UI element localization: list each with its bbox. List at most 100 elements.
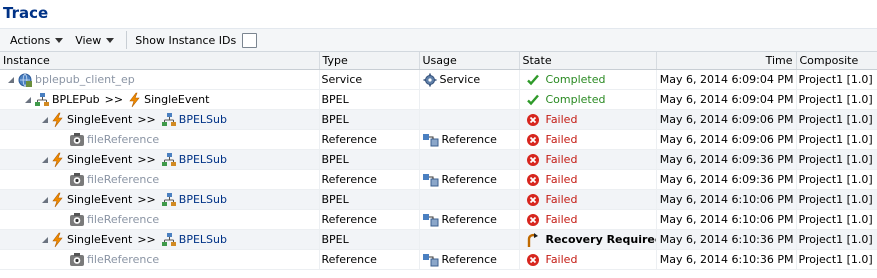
instance-separator: >> [137,153,156,166]
table-row[interactable]: fileReference Reference Reference Failed May… [0,129,877,150]
instance-name[interactable]: SingleEvent [67,153,132,166]
table-row[interactable]: SingleEvent >> BPELSub BPEL Failed May 6, 201… [0,109,877,130]
column-header-usage[interactable]: Usage [419,52,520,70]
failed-x-icon [526,153,540,167]
instance-target-link[interactable]: BPELSub [179,153,227,166]
expand-triangle-icon[interactable] [42,156,48,163]
table-row[interactable]: bplepub_client_ep Service Service Completed… [0,69,877,90]
usage-cell [419,89,520,110]
view-menu[interactable]: View [75,33,115,47]
instance-tree-node: SingleEvent >> BPELSub [2,190,318,209]
composite-value: Project1 [1.0] [798,113,873,126]
usage-wrapper: Reference [422,252,519,268]
time-cell: May 6, 2014 6:09:36 PM [656,169,797,190]
instance-name[interactable]: fileReference [87,253,159,266]
column-header-instance[interactable]: Instance [0,52,320,70]
table-row[interactable]: fileReference Reference Reference Failed May… [0,249,877,270]
instance-separator: >> [137,193,156,206]
failed-x-icon [526,213,540,227]
actions-menu[interactable]: Actions [10,34,64,47]
state-value: Completed [545,73,606,86]
composite-value: Project1 [1.0] [798,133,873,146]
bpel-process-icon [161,232,177,248]
instance-name[interactable]: BPLEPub [52,93,100,106]
type-value: BPEL [321,93,349,106]
instance-cell: SingleEvent >> BPELSub [0,149,320,170]
column-header-time[interactable]: Time [656,52,797,70]
instance-name[interactable]: fileReference [87,133,159,146]
column-header-state[interactable]: State [519,52,657,70]
show-instance-ids-toggle[interactable]: Show Instance IDs [135,32,258,48]
usage-wrapper: Reference [422,212,519,228]
state-value[interactable]: Recovery Required [546,233,656,246]
time-cell: May 6, 2014 6:10:36 PM [656,249,797,270]
instance-target-link[interactable]: SingleEvent [144,93,209,106]
table-row[interactable]: fileReference Reference Reference Failed May… [0,209,877,230]
expand-triangle-icon[interactable] [42,196,48,203]
state-value: Completed [545,93,606,106]
state-cell: Failed [519,249,657,270]
instance-cell: BPLEPub >> SingleEvent [0,89,320,110]
state-value[interactable]: Failed [546,213,578,226]
usage-cell: Reference [419,129,520,150]
expand-triangle-icon[interactable] [8,76,14,83]
composite-cell: Project1 [1.0] [796,229,877,250]
instance-name[interactable]: SingleEvent [67,233,132,246]
column-header-composite[interactable]: Composite [796,52,877,70]
usage-value: Reference [441,253,497,266]
column-header-type[interactable]: Type [319,52,420,70]
state-value[interactable]: Failed [546,113,578,126]
instance-name[interactable]: bplepub_client_ep [35,73,135,86]
composite-value: Project1 [1.0] [798,153,873,166]
expand-triangle-icon[interactable] [42,116,48,123]
instance-name[interactable]: fileReference [87,213,159,226]
expand-triangle-icon[interactable] [42,236,48,243]
expand-triangle-icon[interactable] [25,96,31,103]
time-value: May 6, 2014 6:09:06 PM [659,113,794,126]
state-value[interactable]: Failed [546,253,578,266]
instance-name[interactable]: fileReference [87,173,159,186]
view-label: View [75,33,102,47]
instance-target-link[interactable]: BPELSub [179,233,227,246]
chevron-down-icon [55,37,64,43]
state-wrapper: Completed [522,73,656,87]
failed-x-icon [526,253,540,267]
instance-target-link[interactable]: BPELSub [179,113,227,126]
composite-value: Project1 [1.0] [798,233,873,246]
state-value[interactable]: Failed [546,173,578,186]
type-cell: Reference [319,169,420,190]
trace-table-body: bplepub_client_ep Service Service Completed… [0,69,877,270]
state-cell: Completed [519,69,657,90]
instance-name[interactable]: SingleEvent [67,193,132,206]
table-row[interactable]: SingleEvent >> BPELSub BPEL Failed May 6, 201… [0,189,877,210]
bpel-process-icon [34,92,50,108]
usage-value: Service [439,73,481,86]
state-wrapper: Failed [522,153,656,167]
instance-target-link[interactable]: BPELSub [179,193,227,206]
type-value: Service [321,73,363,86]
show-instance-ids-checkbox[interactable] [242,32,258,48]
type-value: Reference [321,173,377,186]
usage-cell: Service [419,69,520,90]
composite-cell: Project1 [1.0] [796,249,877,270]
time-cell: May 6, 2014 6:10:06 PM [656,209,797,230]
time-cell: May 6, 2014 6:09:36 PM [656,149,797,170]
type-cell: Service [319,69,420,90]
table-row[interactable]: SingleEvent >> BPELSub BPEL Recovery Require… [0,229,877,250]
instance-tree-node: BPLEPub >> SingleEvent [2,90,318,109]
type-value: Reference [321,213,377,226]
state-cell: Recovery Required [519,229,657,250]
type-cell: Reference [319,129,420,150]
table-row[interactable]: BPLEPub >> SingleEvent BPEL Completed May 6, … [0,89,877,110]
usage-cell: Reference [419,249,520,270]
time-value: May 6, 2014 6:09:06 PM [659,133,794,146]
table-row[interactable]: fileReference Reference Reference Failed May… [0,169,877,190]
instance-name[interactable]: SingleEvent [67,113,132,126]
table-row[interactable]: SingleEvent >> BPELSub BPEL Failed May 6, 201… [0,149,877,170]
state-value[interactable]: Failed [546,133,578,146]
state-value[interactable]: Failed [546,153,578,166]
state-value[interactable]: Failed [546,193,578,206]
state-cell: Completed [519,89,657,110]
instance-cell: bplepub_client_ep [0,69,320,90]
composite-cell: Project1 [1.0] [796,129,877,150]
